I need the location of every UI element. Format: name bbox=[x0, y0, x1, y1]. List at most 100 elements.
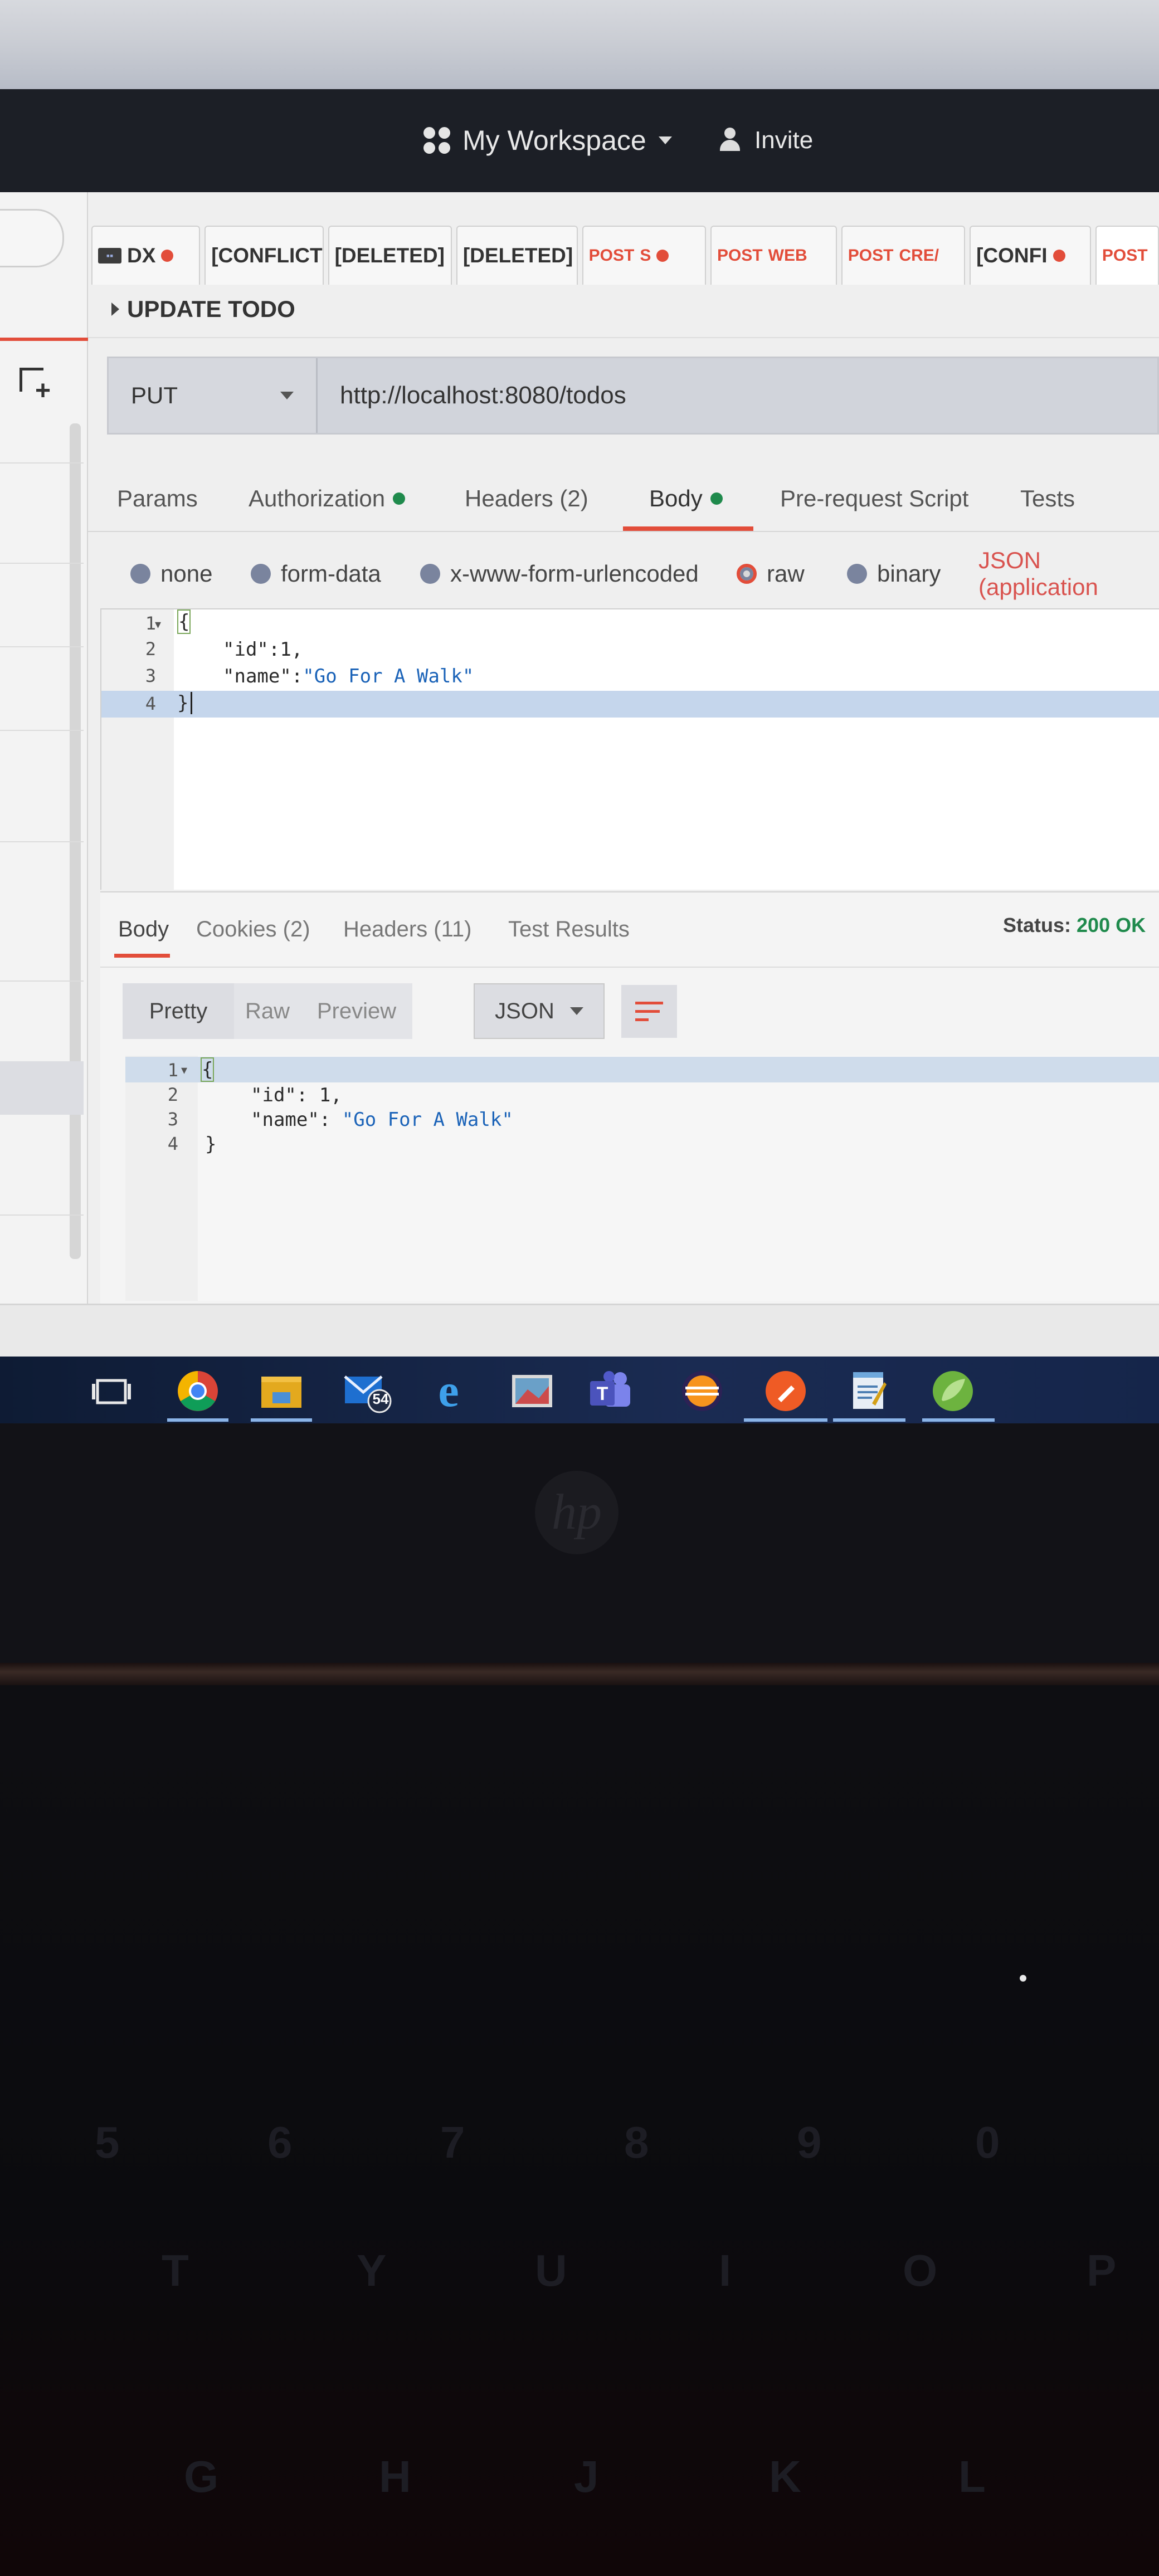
keyboard-key: 6 bbox=[267, 2118, 293, 2167]
caret-right-icon bbox=[111, 303, 119, 316]
keyboard-key: P bbox=[1087, 2246, 1117, 2295]
keyboard-key: T bbox=[162, 2246, 189, 2295]
invite-button[interactable]: Invite bbox=[719, 118, 813, 163]
unsaved-dot bbox=[1053, 250, 1065, 262]
mail-icon[interactable]: 54 bbox=[343, 1366, 393, 1416]
keyboard-key: Y bbox=[357, 2246, 387, 2295]
response-tab-body[interactable]: Body bbox=[118, 907, 169, 952]
request-tab[interactable]: [DELETED] bbox=[456, 226, 578, 285]
active-line-highlight bbox=[101, 691, 1159, 718]
radio-urlencoded[interactable]: x-www-form-urlencoded bbox=[420, 538, 699, 610]
request-tab[interactable]: [CONFI bbox=[970, 226, 1091, 285]
request-tab[interactable]: POST S bbox=[582, 226, 706, 285]
line-number: 3 bbox=[145, 665, 156, 686]
sidebar-item-selected[interactable] bbox=[0, 1061, 84, 1115]
radio-none[interactable]: none bbox=[130, 538, 212, 610]
keyboard-key: G bbox=[184, 2452, 219, 2501]
sidebar-active-indicator bbox=[0, 338, 88, 341]
tab-authorization[interactable]: Authorization bbox=[249, 468, 406, 529]
response-tab-test-results[interactable]: Test Results bbox=[508, 907, 630, 952]
request-tab[interactable]: [DELETED] bbox=[328, 226, 452, 285]
keyboard-key: 7 bbox=[440, 2118, 465, 2167]
running-indicator bbox=[251, 1418, 312, 1422]
request-subtabs: Params Authorization Headers (2) Body Pr… bbox=[88, 468, 1159, 532]
radio-binary[interactable]: binary bbox=[847, 538, 941, 610]
request-tab[interactable]: POST bbox=[1095, 226, 1159, 285]
code-line: "name": "Go For A Walk" bbox=[251, 1109, 513, 1131]
code-line: } bbox=[177, 692, 193, 714]
line-number: 4 bbox=[167, 1133, 178, 1154]
radio-icon bbox=[420, 564, 440, 584]
eclipse-icon[interactable] bbox=[677, 1366, 727, 1416]
request-name[interactable]: UPDATE TODO bbox=[111, 290, 295, 329]
method-select[interactable]: PUT bbox=[109, 358, 318, 433]
divider bbox=[88, 337, 1159, 338]
chevron-down-icon bbox=[569, 1007, 583, 1015]
url-input[interactable]: http://localhost:8080/todos bbox=[318, 358, 1157, 433]
sidebar-divider bbox=[0, 1214, 84, 1216]
response-tab-cookies[interactable]: Cookies (2) bbox=[196, 907, 310, 952]
radio-raw[interactable]: raw bbox=[737, 538, 805, 610]
collection-icon: ▪▪ bbox=[98, 248, 121, 264]
tab-params[interactable]: Params bbox=[117, 468, 198, 529]
workspace-switcher[interactable]: My Workspace bbox=[423, 118, 672, 163]
tab-headers[interactable]: Headers (2) bbox=[465, 468, 588, 529]
fold-icon[interactable]: ▾ bbox=[155, 617, 161, 632]
keyboard-key: 9 bbox=[797, 2118, 822, 2167]
radio-icon bbox=[130, 564, 150, 584]
keyboard-key: 5 bbox=[95, 2118, 120, 2167]
divider bbox=[100, 967, 1159, 968]
keyboard-key: L bbox=[958, 2452, 986, 2501]
line-number: 2 bbox=[167, 1084, 178, 1105]
task-view-icon[interactable] bbox=[86, 1366, 137, 1416]
code-line: "id": 1, bbox=[251, 1084, 342, 1106]
postman-icon[interactable] bbox=[744, 1366, 827, 1422]
raw-button[interactable]: Raw bbox=[234, 983, 301, 1039]
chevron-down-icon bbox=[280, 392, 294, 399]
sidebar-divider bbox=[0, 462, 84, 464]
keyboard-key: O bbox=[903, 2246, 938, 2295]
running-indicator bbox=[833, 1418, 905, 1422]
active-dot bbox=[710, 492, 723, 505]
unsaved-dot bbox=[656, 250, 669, 262]
running-indicator bbox=[167, 1418, 228, 1422]
preview-button[interactable]: Preview bbox=[301, 983, 412, 1039]
workspace-grid-icon bbox=[423, 127, 450, 154]
tab-body[interactable]: Body bbox=[649, 468, 723, 529]
keyboard-key: 0 bbox=[975, 2118, 1000, 2167]
tab-pre-request-script[interactable]: Pre-request Script bbox=[780, 468, 968, 529]
file-explorer-icon[interactable] bbox=[251, 1366, 312, 1422]
request-tab[interactable]: POST CRE/ bbox=[841, 226, 966, 285]
spring-tool-suite-icon[interactable] bbox=[922, 1366, 995, 1422]
svg-text:T: T bbox=[597, 1383, 608, 1404]
content-type-select[interactable]: JSON (application bbox=[978, 538, 1159, 610]
format-select[interactable]: JSON bbox=[474, 983, 605, 1039]
snipping-tool-icon[interactable] bbox=[507, 1366, 557, 1416]
fold-icon[interactable]: ▾ bbox=[181, 1063, 187, 1077]
notepad-icon[interactable] bbox=[833, 1366, 905, 1422]
radio-form-data[interactable]: form-data bbox=[251, 538, 381, 610]
pretty-button[interactable]: Pretty bbox=[123, 983, 234, 1039]
code-line: } bbox=[205, 1133, 217, 1155]
internet-explorer-icon[interactable]: e bbox=[423, 1366, 474, 1416]
request-tab[interactable]: ▪▪ DX bbox=[91, 226, 201, 285]
keyboard-key: H bbox=[379, 2452, 411, 2501]
new-collection-icon[interactable]: + bbox=[20, 368, 53, 404]
tab-tests[interactable]: Tests bbox=[1020, 468, 1075, 529]
request-tab[interactable]: POST WEB bbox=[710, 226, 837, 285]
hp-logo: hp bbox=[535, 1471, 619, 1554]
sidebar-divider bbox=[0, 646, 84, 647]
response-tab-headers[interactable]: Headers (11) bbox=[343, 907, 471, 952]
teams-icon[interactable]: T bbox=[585, 1366, 635, 1416]
sidebar-divider bbox=[0, 730, 84, 731]
keyboard-key: I bbox=[719, 2246, 732, 2295]
radio-icon bbox=[251, 564, 271, 584]
request-tab[interactable]: [CONFLICT bbox=[204, 226, 324, 285]
sidebar-search-input[interactable] bbox=[0, 209, 64, 267]
keyboard-key: U bbox=[535, 2246, 567, 2295]
radio-selected-icon bbox=[737, 564, 757, 584]
wrap-lines-button[interactable] bbox=[621, 985, 677, 1038]
chevron-down-icon bbox=[658, 136, 672, 144]
add-person-icon bbox=[719, 128, 744, 153]
chrome-icon[interactable] bbox=[167, 1366, 228, 1422]
